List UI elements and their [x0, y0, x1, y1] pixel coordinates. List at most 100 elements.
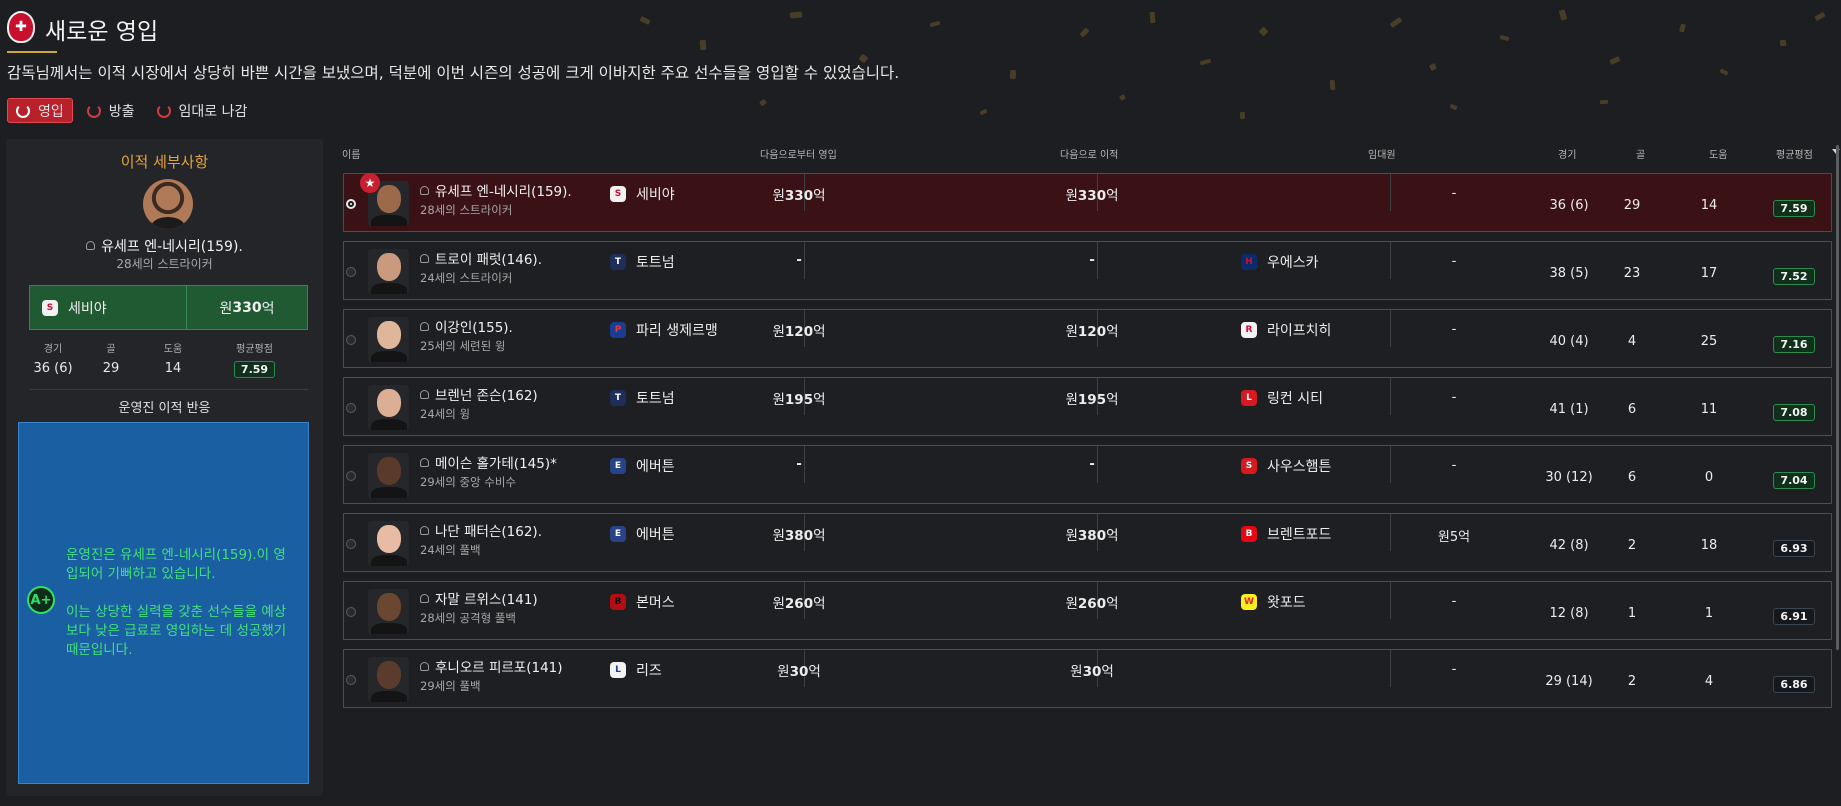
- player-face[interactable]: [368, 317, 409, 362]
- player-face[interactable]: [368, 521, 409, 566]
- column-divider: [1390, 514, 1391, 551]
- table-row[interactable]: ★ 유세프 엔-네시리(159). 28세의 스트라이커 S 세비야 원330억 …: [343, 173, 1832, 232]
- from-club-name: 세비야: [68, 300, 107, 317]
- confetti-piece: [1119, 94, 1126, 101]
- row-radio[interactable]: [346, 199, 356, 209]
- fee-in: 원120억: [739, 320, 859, 340]
- col-header-wage[interactable]: 임대원: [1368, 146, 1396, 161]
- table-row[interactable]: 나단 패터슨(162). 24세의 풀백 E 에버튼 원380억 원380억 B브…: [343, 513, 1832, 572]
- board-reaction-box: A+ 운영진은 유세프 엔-네시리(159).이 영입되어 기뻐하고 있습니다.…: [18, 422, 309, 784]
- person-icon: [420, 662, 429, 671]
- from-club[interactable]: T 토트넘: [610, 388, 675, 408]
- table-row[interactable]: 자말 르위스(141) 28세의 공격형 풀백 B 본머스 원260억 원260억…: [343, 581, 1832, 640]
- wage: -: [1451, 390, 1457, 405]
- row-radio[interactable]: [346, 335, 356, 345]
- player-name[interactable]: 나단 패터슨(162).: [420, 520, 542, 540]
- player-name[interactable]: 유세프 엔-네시리(159).: [420, 180, 572, 200]
- goals: 29: [1623, 198, 1641, 213]
- col-header-apps[interactable]: 경기: [1558, 146, 1576, 161]
- from-club[interactable]: L 리즈: [610, 660, 662, 680]
- wage: -: [1451, 594, 1457, 609]
- person-icon: [420, 254, 429, 263]
- confetti-piece: [979, 108, 988, 116]
- everton-crest-icon: E: [610, 458, 626, 474]
- wage: -: [1451, 186, 1457, 201]
- from-club[interactable]: T 토트넘: [610, 252, 675, 272]
- player-desc: 25세의 세련된 윙: [420, 339, 506, 353]
- wage: -: [1451, 322, 1457, 337]
- from-club[interactable]: E 에버튼: [610, 524, 675, 544]
- person-icon: [420, 594, 429, 603]
- fee-prefix: 원: [1065, 324, 1078, 340]
- scrollbar[interactable]: [1836, 145, 1839, 650]
- refresh-icon: [156, 103, 171, 118]
- to-club[interactable]: S 사우스햄튼: [1241, 456, 1331, 476]
- fee-out: 원30억: [1032, 660, 1152, 680]
- col-header-name[interactable]: 이름: [342, 146, 360, 161]
- player-name[interactable]: 브렌넌 존슨(162): [420, 384, 538, 404]
- wage: 원5억: [1437, 530, 1471, 545]
- tab-signings[interactable]: 영입: [7, 98, 73, 123]
- player-name[interactable]: 자말 르위스(141): [420, 588, 538, 608]
- player-face[interactable]: [368, 385, 409, 430]
- row-radio[interactable]: [346, 539, 356, 549]
- player-face[interactable]: [368, 453, 409, 498]
- to-club[interactable]: R 라이프치히: [1241, 320, 1331, 340]
- from-club[interactable]: S 세비야: [610, 184, 675, 204]
- fee-suffix: 억: [1106, 528, 1119, 544]
- detail-from-club[interactable]: S 세비야: [30, 286, 187, 329]
- col-header-from[interactable]: 다음으로부터 영입: [760, 146, 837, 161]
- player-face[interactable]: [368, 657, 409, 702]
- grade-badge: A+: [27, 586, 55, 614]
- player-avatar[interactable]: [143, 179, 193, 229]
- tab-label: 임대로 나감: [178, 103, 248, 120]
- row-radio[interactable]: [346, 607, 356, 617]
- fee-suffix: 억: [808, 664, 821, 680]
- row-radio[interactable]: [346, 403, 356, 413]
- to-club[interactable]: B 브렌트포드: [1241, 524, 1331, 544]
- fee-suffix: 억: [1101, 664, 1114, 680]
- table-row[interactable]: 트로이 패럿(146). 24세의 스트라이커 T 토트넘 - - H 우에스카 -…: [343, 241, 1832, 300]
- page-subtitle: 감독님께서는 이적 시장에서 상당히 바쁜 시간을 보냈으며, 덕분에 이번 시…: [7, 64, 900, 82]
- fee-value: 120: [1077, 324, 1107, 340]
- table-row[interactable]: 후니오르 피르포(141) 29세의 풀백 L 리즈 원30억 원30억 - 29…: [343, 649, 1832, 708]
- star-icon: ★: [360, 173, 380, 193]
- person-icon: [420, 322, 429, 331]
- player-name[interactable]: 후니오르 피르포(141): [420, 656, 563, 676]
- board-reaction-text: 운영진은 유세프 엔-네시리(159).이 영입되어 기뻐하고 있습니다. 이는…: [66, 546, 296, 660]
- player-name[interactable]: 이강인(155).: [420, 316, 513, 336]
- page-header: ✚ 새로운 영입: [7, 8, 1841, 53]
- table-row[interactable]: 이강인(155). 25세의 세련된 윙 P 파리 생제르맹 원120억 원120…: [343, 309, 1832, 368]
- confetti-piece: [1009, 69, 1017, 80]
- from-club[interactable]: P 파리 생제르맹: [610, 320, 718, 340]
- row-radio[interactable]: [346, 471, 356, 481]
- col-header-assists[interactable]: 도움: [1709, 146, 1727, 161]
- fee-value: 380: [1077, 528, 1107, 544]
- fee-value: 260: [784, 596, 814, 612]
- col-header-goals[interactable]: 골: [1636, 146, 1645, 161]
- rating-badge: 7.59: [1773, 200, 1815, 217]
- player-name[interactable]: 메이슨 홀가테(145)*: [420, 452, 557, 472]
- stat-assists: 14: [164, 361, 182, 376]
- col-header-to[interactable]: 다음으로 이적: [1060, 146, 1118, 161]
- player-name[interactable]: 트로이 패럿(146).: [420, 248, 542, 268]
- row-radio[interactable]: [346, 675, 356, 685]
- detail-transfer-box: S 세비야 원 330 억: [29, 285, 308, 330]
- table-row[interactable]: 메이슨 홀가테(145)* 29세의 중앙 수비수 E 에버튼 - - S 사우스햄…: [343, 445, 1832, 504]
- column-divider: [1390, 174, 1391, 211]
- from-club[interactable]: E 에버튼: [610, 456, 675, 476]
- col-header-rating[interactable]: 평균평점: [1776, 146, 1813, 161]
- tab-loaned-out[interactable]: 임대로 나감: [149, 98, 256, 123]
- row-radio[interactable]: [346, 267, 356, 277]
- to-club[interactable]: W 왓포드: [1241, 592, 1306, 612]
- table-row[interactable]: 브렌넌 존슨(162) 24세의 윙 T 토트넘 원195억 원195억 L 링컨 …: [343, 377, 1832, 436]
- tab-released[interactable]: 방출: [79, 98, 143, 123]
- detail-player-name[interactable]: 유세프 엔-네시리(159).: [6, 236, 323, 256]
- from-club-name: 에버튼: [636, 527, 675, 543]
- reaction-paragraph: 이는 상당한 실력을 갖춘 선수들을 예상보다 낮은 급료로 영입하는 데 성공…: [66, 604, 287, 658]
- from-club[interactable]: B 본머스: [610, 592, 675, 612]
- to-club[interactable]: L 링컨 시티: [1241, 388, 1323, 408]
- to-club[interactable]: H 우에스카: [1241, 252, 1319, 272]
- player-face[interactable]: [368, 589, 409, 634]
- player-face[interactable]: [368, 249, 409, 294]
